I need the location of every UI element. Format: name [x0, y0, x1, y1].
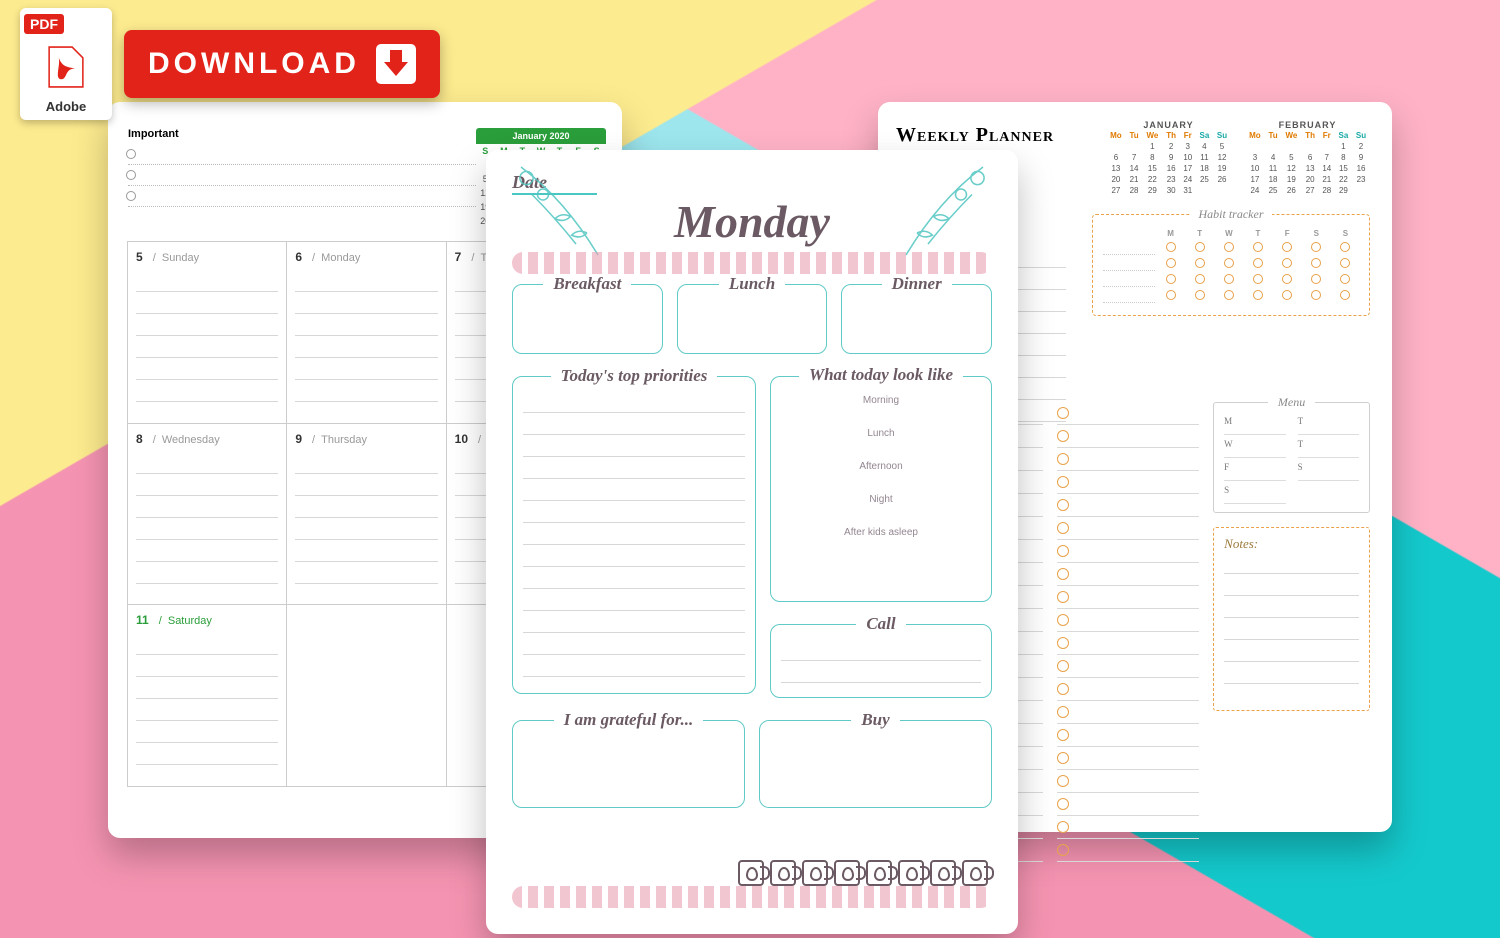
pdf-icon: PDF Adobe [20, 8, 112, 120]
checklist-row [1057, 701, 1200, 724]
habit-tracker: Habit tracker MTWTFSS [1092, 214, 1370, 316]
download-arrow-icon [376, 44, 416, 84]
meal-box: Lunch [677, 284, 828, 354]
garland-icon [512, 252, 992, 274]
checklist-row [1057, 425, 1200, 448]
checklist-row [1057, 747, 1200, 770]
water-cups [738, 860, 988, 886]
checklist-row [1057, 839, 1200, 862]
checklist-row [1057, 471, 1200, 494]
day-cell: 6/ Monday [286, 241, 446, 424]
minical-title: January 2020 [476, 128, 606, 144]
stage: Important January 2020 SMTWTFS1234567891… [0, 0, 1500, 938]
checklist-row [1057, 517, 1200, 540]
checklist-row [1057, 540, 1200, 563]
call-box: Call [770, 624, 992, 698]
day-cell: 11/ Saturday [127, 604, 287, 787]
menu-panel: Menu MTWTFSS [1213, 402, 1370, 513]
day-cell: 5/ Sunday [127, 241, 287, 424]
checklist-row [1057, 724, 1200, 747]
checklist-row [1057, 793, 1200, 816]
priorities-box: Today's top priorities [512, 376, 756, 694]
mini-calendar-2: FEBRUARY MoTuWeThFrSaSu12345678910111213… [1245, 120, 1370, 196]
day-cell: 8/ Wednesday [127, 423, 287, 606]
download-badge[interactable]: PDF Adobe DOWNLOAD [20, 8, 440, 120]
checklist-row [1057, 655, 1200, 678]
buy-box: Buy [759, 720, 992, 808]
notes-panel: Notes: [1213, 527, 1370, 711]
floral-icon [890, 156, 1010, 266]
checklist-row [1057, 563, 1200, 586]
download-label: DOWNLOAD [148, 47, 360, 81]
checklist-col-2 [1057, 402, 1200, 810]
grateful-box: I am grateful for... [512, 720, 745, 808]
checklist-row [1057, 678, 1200, 701]
meal-box: Dinner [841, 284, 992, 354]
day-cell: 9/ Thursday [286, 423, 446, 606]
checklist-row [1057, 448, 1200, 471]
checklist-row [1057, 586, 1200, 609]
mini-calendar-1: JANUARY MoTuWeThFrSaSu123456789101112131… [1106, 120, 1231, 196]
checklist-row [1057, 494, 1200, 517]
floral-icon [494, 156, 614, 266]
download-button[interactable]: DOWNLOAD [124, 30, 440, 98]
meal-box: Breakfast [512, 284, 663, 354]
checklist-row [1057, 402, 1200, 425]
garland-icon [512, 886, 992, 908]
important-label: Important [128, 128, 179, 140]
checklist-row [1057, 816, 1200, 839]
checklist-row [1057, 609, 1200, 632]
monday-sheet: Date Monday BreakfastLunchDinner Today's… [486, 150, 1018, 934]
checklist-row [1057, 632, 1200, 655]
checklist-row [1057, 770, 1200, 793]
today-look-box: What today look like Morning Lunch After… [770, 376, 992, 602]
